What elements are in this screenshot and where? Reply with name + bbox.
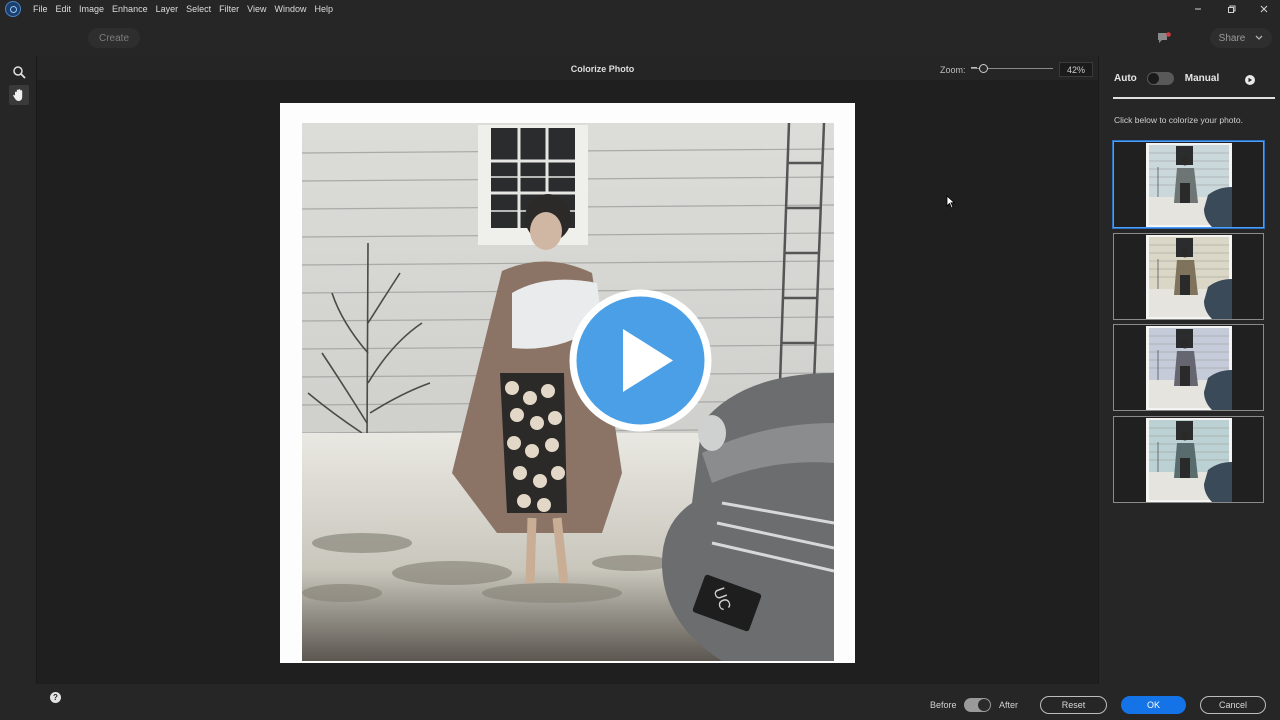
variation-preview-image	[1146, 326, 1232, 410]
before-after-toggle[interactable]	[964, 698, 991, 712]
help-icon[interactable]: ?	[50, 692, 61, 703]
panel-divider	[1113, 97, 1275, 99]
menu-file[interactable]: File	[29, 0, 52, 18]
colorize-options-panel: Auto Manual Click below to colorize your…	[1098, 56, 1280, 684]
zoom-label: Zoom:	[940, 65, 966, 75]
auto-label: Auto	[1114, 73, 1137, 84]
menu-bar: File Edit Image Enhance Layer Select Fil…	[0, 0, 1280, 18]
chevron-down-icon	[1255, 35, 1263, 40]
window-controls	[1181, 0, 1280, 18]
menu-enhance[interactable]: Enhance	[108, 0, 152, 18]
variation-preview-image	[1146, 143, 1232, 227]
color-variation-thumbnail[interactable]	[1113, 141, 1264, 228]
after-label: After	[999, 700, 1019, 710]
mouse-cursor-icon	[946, 195, 956, 209]
zoom-out-icon[interactable]	[971, 67, 977, 68]
feedback-icon[interactable]	[1157, 32, 1171, 44]
before-label: Before	[930, 700, 957, 710]
manual-label: Manual	[1184, 73, 1220, 84]
menu-help[interactable]: Help	[310, 0, 337, 18]
colorize-hint: Click below to colorize your photo.	[1114, 115, 1243, 125]
share-label: Share	[1218, 32, 1246, 44]
ok-button[interactable]: OK	[1121, 696, 1186, 714]
zoom-value-field[interactable]: 42%	[1059, 62, 1093, 77]
menu-select[interactable]: Select	[182, 0, 215, 18]
menu-layer[interactable]: Layer	[152, 0, 183, 18]
restore-icon[interactable]	[1214, 0, 1247, 18]
reset-button[interactable]: Reset	[1040, 696, 1107, 714]
zoom-slider-handle[interactable]	[979, 64, 988, 73]
mode-switch-row: Auto Manual	[1114, 72, 1219, 85]
variation-preview-image	[1146, 418, 1232, 502]
create-button[interactable]: Create	[88, 28, 140, 48]
color-variation-thumbnail[interactable]	[1113, 233, 1264, 320]
variation-preview-image	[1146, 235, 1232, 319]
close-icon[interactable]	[1247, 0, 1280, 18]
share-button[interactable]: Share	[1210, 28, 1272, 48]
zoom-tool-icon[interactable]	[9, 62, 29, 82]
menu-view[interactable]: View	[243, 0, 270, 18]
tutorial-play-icon[interactable]	[1245, 75, 1255, 85]
color-variation-thumbnail[interactable]	[1113, 416, 1264, 503]
video-play-icon[interactable]	[567, 287, 714, 434]
menu-image[interactable]: Image	[75, 0, 108, 18]
canvas-header: Colorize Photo Zoom: 42%	[37, 56, 1098, 80]
canvas-area: Colorize Photo Zoom: 42% UC	[37, 56, 1098, 684]
bottom-bar: ? Before After Reset OK Cancel	[0, 684, 1280, 720]
app-logo-icon	[5, 1, 21, 17]
dialog-title: Colorize Photo	[570, 64, 635, 74]
cancel-button[interactable]: Cancel	[1200, 696, 1266, 714]
top-toolbar: Create Share	[0, 18, 1280, 56]
minimize-icon[interactable]	[1181, 0, 1214, 18]
menu-edit[interactable]: Edit	[52, 0, 76, 18]
menu-filter[interactable]: Filter	[215, 0, 243, 18]
color-variation-thumbnail[interactable]	[1113, 324, 1264, 411]
tools-panel	[0, 56, 37, 684]
hand-tool-icon[interactable]	[9, 85, 29, 105]
menu-window[interactable]: Window	[270, 0, 310, 18]
auto-manual-toggle[interactable]	[1146, 72, 1174, 85]
